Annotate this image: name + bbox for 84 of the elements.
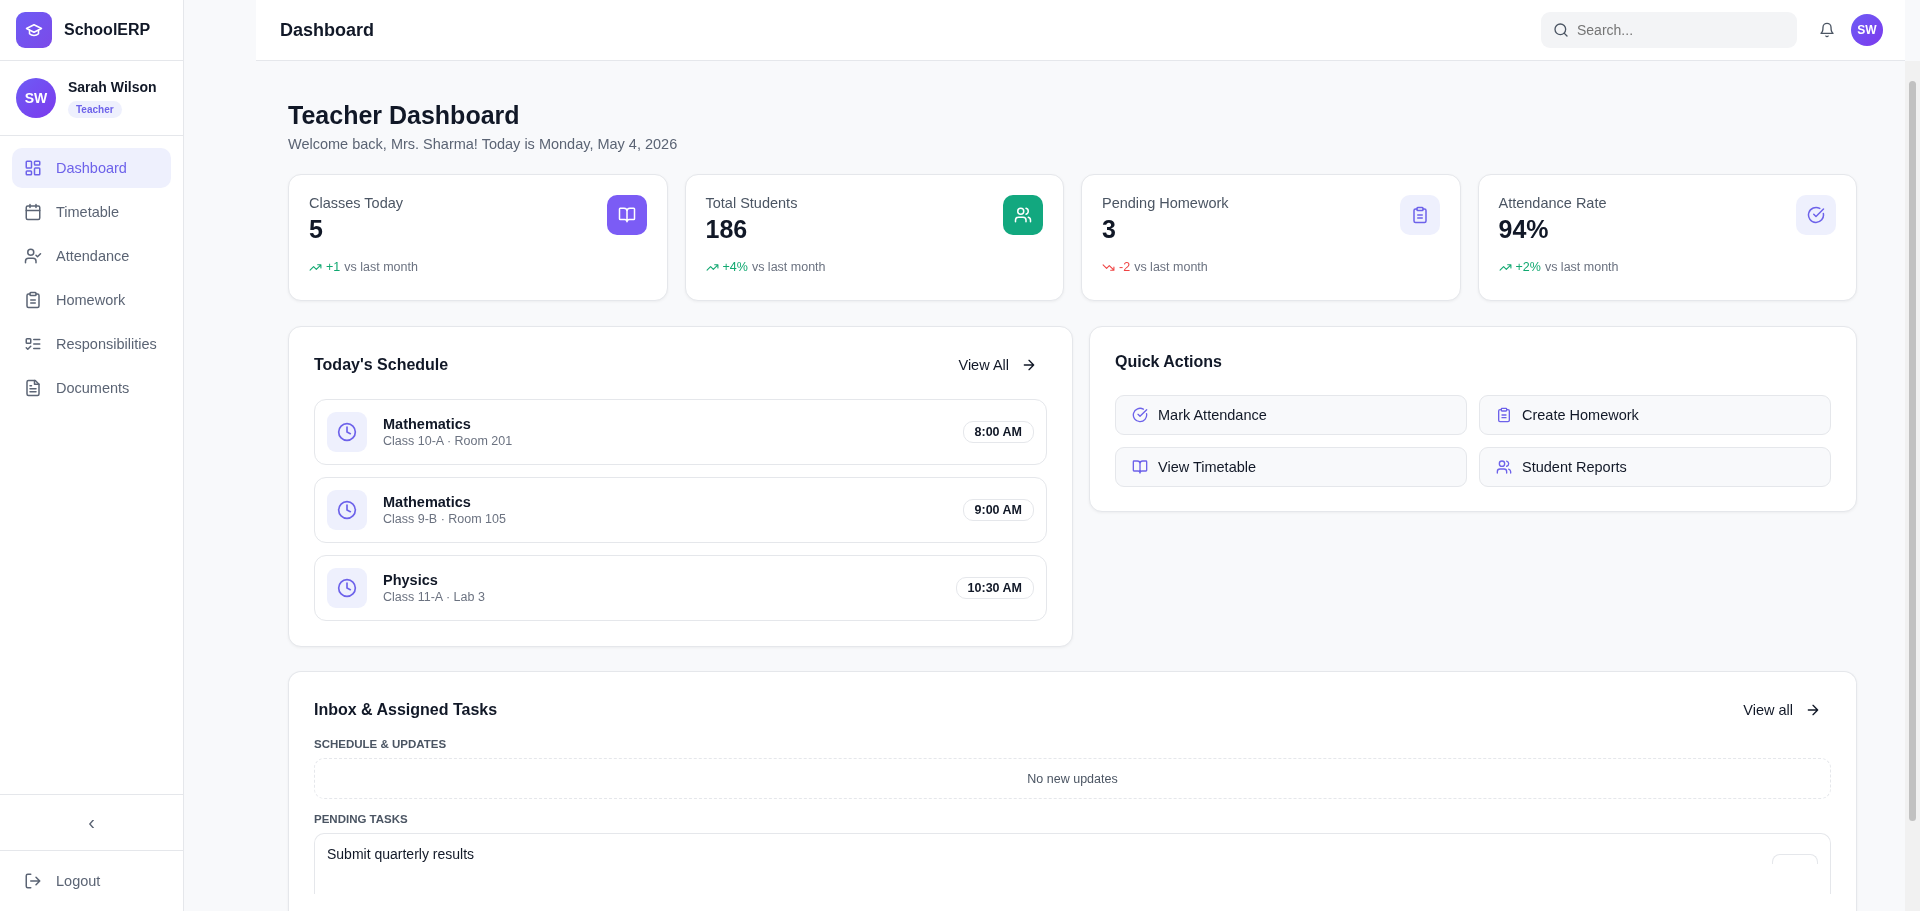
clock-glyph-icon (337, 578, 357, 598)
quick-action-button[interactable]: Mark Attendance (1115, 395, 1467, 435)
scrollbar-thumb[interactable] (1909, 81, 1916, 821)
time-badge: 9:00 AM (962, 499, 1034, 521)
clock-glyph-icon (337, 500, 357, 520)
checklist-icon (24, 335, 42, 353)
dashboard-grid-icon (24, 159, 42, 177)
task-badge (1772, 854, 1818, 864)
class-details: Class 10-A · Room 201 (383, 434, 514, 448)
nav-item[interactable]: Timetable (12, 192, 171, 232)
graduation-cap-icon (25, 21, 43, 39)
change-value: +2% (1515, 260, 1541, 274)
arrow-right-icon (1021, 357, 1037, 373)
schedule-item[interactable]: Mathematics Class 9-B · Room 105 9:00 AM (314, 477, 1047, 543)
calendar-icon (24, 203, 42, 221)
stat-value: 3 (1102, 215, 1117, 244)
time-badge: 8:00 AM (962, 421, 1034, 443)
quick-action-button[interactable]: Create Homework (1479, 395, 1831, 435)
nav-item[interactable]: Dashboard (12, 148, 171, 188)
check-circle-icon (1132, 407, 1148, 423)
change-value: +4% (722, 260, 748, 274)
nav-item[interactable]: Responsibilities (12, 324, 171, 364)
logout-icon (24, 872, 42, 890)
nav-item[interactable]: Attendance (12, 236, 171, 276)
clipboard-icon (24, 291, 42, 309)
document-icon (24, 379, 42, 397)
user-check-icon (24, 247, 42, 265)
stat-label: Pending Homework (1102, 195, 1229, 211)
role-badge: Teacher (68, 100, 122, 118)
book-icon (1132, 459, 1148, 475)
stat-label: Classes Today (309, 195, 405, 211)
task-item[interactable]: Submit quarterly results (314, 833, 1831, 894)
clipboard-icon (1410, 206, 1429, 224)
arrow-right-icon (1805, 702, 1821, 718)
users-icon (1496, 459, 1512, 475)
user-name: Sarah Wilson (68, 78, 157, 95)
subject-name: Mathematics (383, 494, 472, 510)
subject-name: Physics (383, 572, 439, 588)
nav-item[interactable]: Homework (12, 280, 171, 320)
comparison-text: vs last month (1544, 260, 1619, 274)
section-heading: SCHEDULE & UPDATES (314, 738, 448, 750)
book-icon (617, 206, 636, 224)
schedule-item[interactable]: Mathematics Class 10-A · Room 201 8:00 AM (314, 399, 1047, 465)
stat-label: Total Students (705, 195, 799, 211)
brand-name: SchoolERP (64, 21, 151, 39)
heading: Teacher Dashboard (288, 101, 521, 130)
stat-value: 94% (1498, 215, 1550, 244)
subject-name: Mathematics (383, 416, 472, 432)
collapse-button[interactable]: ‹ (82, 811, 101, 834)
schedule-item[interactable]: Physics Class 11-A · Lab 3 10:30 AM (314, 555, 1047, 621)
card-title: Quick Actions (1115, 353, 1222, 371)
page-title: Dashboard (280, 19, 376, 41)
card-title: Inbox & Assigned Tasks (314, 701, 498, 719)
change-value: +1 (326, 260, 341, 274)
stat-value: 5 (309, 215, 324, 244)
empty-state: No new updates (314, 758, 1831, 799)
search-field[interactable]: Search... (1541, 12, 1797, 48)
view-all-link[interactable]: View all (1733, 698, 1831, 722)
card-title: Today's Schedule (314, 356, 449, 374)
clipboard-icon (1496, 407, 1512, 423)
stat-value: 186 (705, 215, 749, 244)
time-badge: 10:30 AM (955, 577, 1034, 599)
check-circle-icon (1807, 206, 1825, 224)
user-avatar[interactable]: SW (1851, 14, 1883, 46)
bell-icon[interactable] (1819, 22, 1835, 38)
user-avatar: SW (16, 78, 56, 118)
section-heading: PENDING TASKS (314, 813, 409, 825)
view-all-link[interactable]: View All (948, 353, 1047, 377)
comparison-text: vs last month (1134, 260, 1208, 274)
clock-glyph-icon (337, 422, 357, 442)
quick-action-button[interactable]: View Timetable (1115, 447, 1467, 487)
comparison-text: vs last month (344, 260, 418, 274)
comparison-text: vs last month (751, 260, 826, 274)
task-title: Submit quarterly results (327, 846, 475, 864)
welcome-text: Welcome back, Mrs. Sharma! Today is Monday, May 4, 2026 (288, 136, 679, 152)
class-details: Class 9-B · Room 105 (383, 512, 507, 526)
quick-action-button[interactable]: Student Reports (1479, 447, 1831, 487)
change-value: -2 (1119, 260, 1131, 274)
nav-item[interactable]: Documents (12, 368, 171, 408)
stat-label: Attendance Rate (1498, 195, 1608, 211)
class-details: Class 11-A · Lab 3 (383, 590, 486, 604)
logout-button[interactable]: Logout (24, 872, 101, 890)
scrollbar[interactable] (1905, 61, 1920, 911)
users-icon (1014, 206, 1032, 224)
